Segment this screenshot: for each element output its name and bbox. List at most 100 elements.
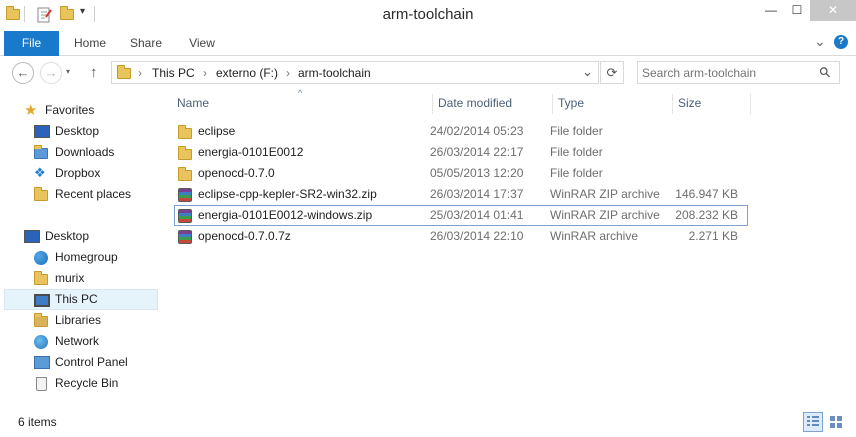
file-size: 208.232 KB <box>675 208 738 222</box>
file-size: 2.271 KB <box>688 229 738 243</box>
file-row[interactable]: eclipse 24/02/2014 05:23 File folder <box>174 121 748 142</box>
file-row[interactable]: openocd-0.7.0 05/05/2013 12:20 File fold… <box>174 163 748 184</box>
nav-item-network[interactable]: Network <box>0 331 158 352</box>
breadcrumb-separator: › <box>138 66 142 80</box>
nav-item-control-panel[interactable]: Control Panel <box>0 352 158 373</box>
file-list: ^ Name Date modified Type Size eclipse 2… <box>166 88 856 408</box>
file-row[interactable]: eclipse-cpp-kepler-SR2-win32.zip 26/03/2… <box>174 184 748 205</box>
nav-item-recycle-bin[interactable]: Recycle Bin <box>0 373 158 394</box>
title-bar: ▾ arm-toolchain — ☐ ✕ <box>0 0 856 31</box>
column-header-size[interactable]: Size <box>678 96 701 110</box>
nav-label: Libraries <box>55 313 102 327</box>
tab-file[interactable]: File <box>4 31 59 56</box>
search-box[interactable]: ⚲ <box>637 61 840 84</box>
star-icon: ★ <box>24 102 38 119</box>
breadcrumb-this-pc[interactable]: This PC <box>152 66 195 80</box>
file-type: File folder <box>550 145 603 159</box>
address-bar[interactable]: › This PC › externo (F:) › arm-toolchain… <box>111 61 599 84</box>
tab-home[interactable]: Home <box>68 31 112 56</box>
nav-item-murix[interactable]: murix <box>0 268 158 289</box>
sort-indicator-icon: ^ <box>298 88 303 98</box>
file-name: energia-0101E0012-windows.zip <box>198 208 373 222</box>
nav-label: Downloads <box>55 145 115 159</box>
winrar-archive-icon <box>178 230 192 244</box>
nav-label: Homegroup <box>55 250 118 264</box>
nav-label: Dropbox <box>55 166 101 180</box>
column-header-name[interactable]: Name <box>177 96 209 110</box>
user-folder-icon <box>34 271 50 285</box>
desktop-icon <box>34 125 50 138</box>
recent-locations-icon[interactable]: ▾ <box>66 67 70 76</box>
nav-item-desktop[interactable]: Desktop <box>0 121 158 142</box>
file-type: File folder <box>550 166 603 180</box>
nav-item-recent-places[interactable]: Recent places <box>0 184 158 205</box>
file-name: openocd-0.7.0.7z <box>198 229 291 243</box>
file-date: 26/03/2014 17:37 <box>430 187 524 201</box>
nav-label: Desktop <box>55 124 100 138</box>
tab-view[interactable]: View <box>180 31 224 56</box>
tab-share[interactable]: Share <box>124 31 168 56</box>
nav-item-homegroup[interactable]: Homegroup <box>0 247 158 268</box>
details-view-button[interactable] <box>803 412 823 432</box>
ribbon-tabs: File Home Share View ⌄ ? <box>0 31 856 56</box>
expand-ribbon-icon[interactable]: ⌄ <box>814 33 826 50</box>
breadcrumb-drive[interactable]: externo (F:) <box>216 66 278 80</box>
nav-item-downloads[interactable]: Downloads <box>0 142 158 163</box>
details-view-icon <box>807 416 819 426</box>
nav-item-libraries[interactable]: Libraries <box>0 310 158 331</box>
close-button[interactable]: ✕ <box>810 0 856 21</box>
nav-label: This PC <box>55 292 98 306</box>
file-name: eclipse <box>198 124 236 138</box>
column-divider[interactable] <box>750 94 751 114</box>
nav-item-dropbox[interactable]: ❖ Dropbox <box>0 163 158 184</box>
nav-label: Favorites <box>45 103 95 117</box>
minimize-button[interactable]: — <box>758 0 784 21</box>
maximize-button[interactable]: ☐ <box>784 0 810 21</box>
computer-icon <box>34 294 50 307</box>
winrar-archive-icon <box>178 209 192 223</box>
file-row[interactable]: energia-0101E0012 26/03/2014 22:17 File … <box>174 142 748 163</box>
file-date: 26/03/2014 22:17 <box>430 145 524 159</box>
file-row[interactable]: openocd-0.7.0.7z 26/03/2014 22:10 WinRAR… <box>174 226 748 247</box>
nav-favorites[interactable]: ★ Favorites <box>0 100 158 121</box>
back-button[interactable]: ← <box>12 62 34 84</box>
help-icon[interactable]: ? <box>834 35 848 49</box>
file-name: energia-0101E0012 <box>198 145 304 159</box>
navigation-pane: ★ Favorites Desktop Downloads ❖ Dropbox … <box>0 88 160 408</box>
nav-label: murix <box>55 271 85 285</box>
breadcrumb-current-folder[interactable]: arm-toolchain <box>298 66 371 80</box>
libraries-icon <box>34 313 50 327</box>
search-input[interactable] <box>642 64 814 81</box>
column-divider[interactable] <box>672 94 673 114</box>
nav-label: Recent places <box>55 187 132 201</box>
network-icon <box>34 335 48 349</box>
status-bar: 6 items <box>0 408 856 437</box>
address-dropdown-icon[interactable]: ⌄ <box>582 64 593 80</box>
column-divider[interactable] <box>432 94 433 114</box>
up-button[interactable]: ↑ <box>90 64 98 81</box>
nav-item-this-pc[interactable]: This PC <box>4 289 158 310</box>
breadcrumb-separator: › <box>286 66 290 80</box>
search-icon[interactable]: ⚲ <box>815 63 834 82</box>
file-row-selected[interactable]: energia-0101E0012-windows.zip 25/03/2014… <box>174 205 748 226</box>
refresh-button[interactable]: ⟳ <box>600 61 624 84</box>
file-date: 05/05/2013 12:20 <box>430 166 524 180</box>
file-size: 146.947 KB <box>675 187 738 201</box>
nav-label: Control Panel <box>55 355 128 369</box>
column-divider[interactable] <box>552 94 553 114</box>
file-type: WinRAR archive <box>550 229 639 243</box>
large-icons-view-button[interactable] <box>826 412 846 432</box>
folder-icon <box>178 125 192 139</box>
forward-button[interactable]: → <box>40 62 62 84</box>
address-row: ← → ▾ ↑ › This PC › externo (F:) › arm-t… <box>0 57 856 88</box>
winrar-archive-icon <box>178 188 192 202</box>
nav-desktop-root[interactable]: Desktop <box>0 226 158 247</box>
file-date: 26/03/2014 22:10 <box>430 229 524 243</box>
recent-places-icon <box>34 187 50 201</box>
downloads-icon <box>34 145 50 159</box>
column-header-date[interactable]: Date modified <box>438 96 512 110</box>
file-date: 24/02/2014 05:23 <box>430 124 524 138</box>
column-header-type[interactable]: Type <box>558 96 584 110</box>
folder-icon <box>178 167 192 181</box>
control-panel-icon <box>34 356 50 369</box>
